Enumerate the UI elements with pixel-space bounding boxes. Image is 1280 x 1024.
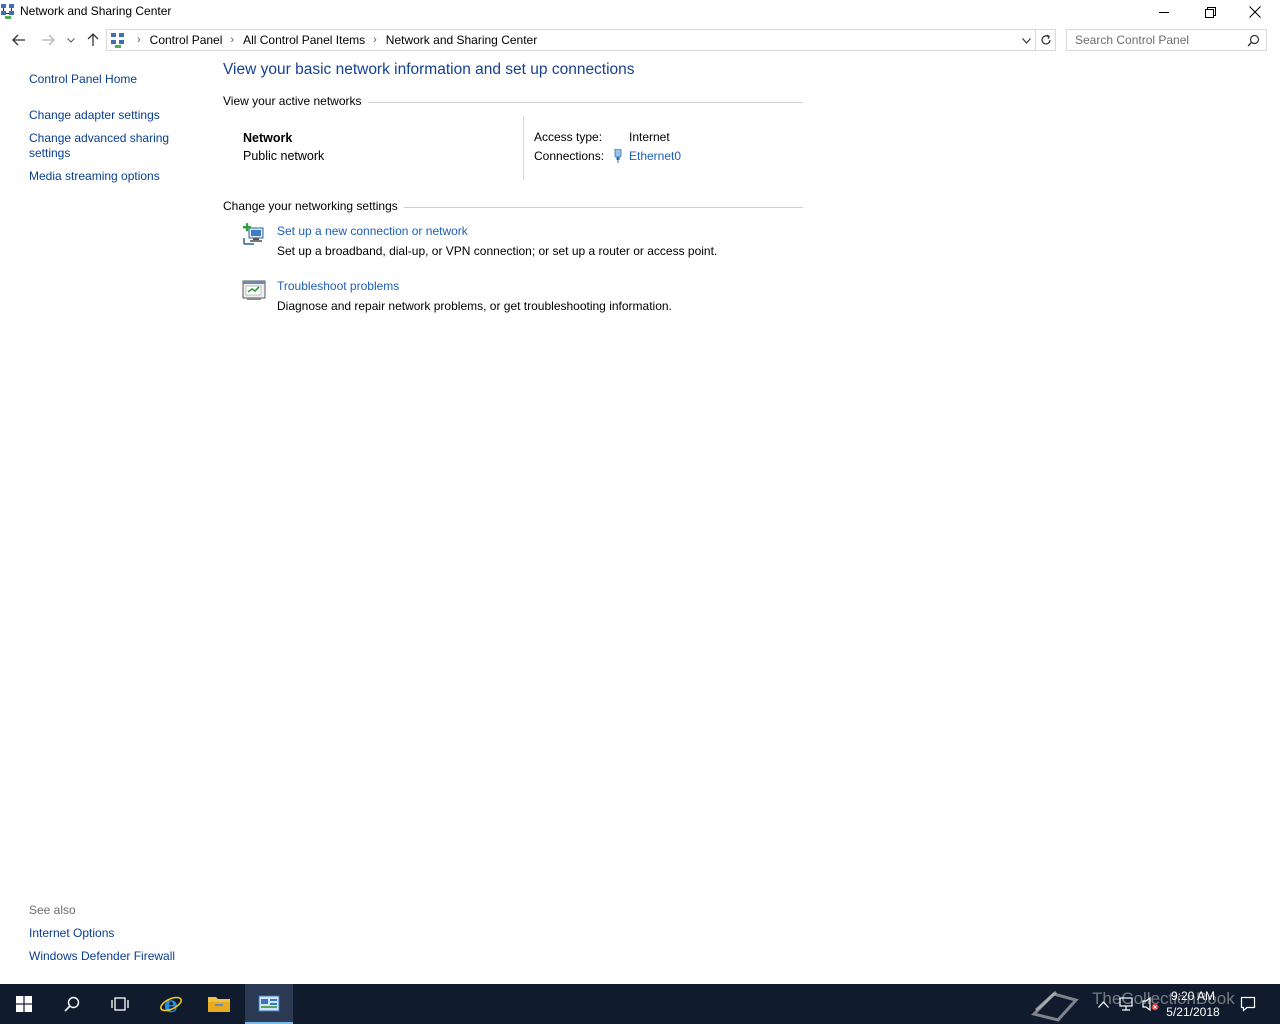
clock-time: 9:20 AM xyxy=(1170,989,1216,1003)
ethernet-connection-link[interactable]: Ethernet0 xyxy=(629,149,681,163)
task-view-icon xyxy=(111,997,129,1011)
connections-label: Connections: xyxy=(534,149,605,163)
troubleshoot-description: Diagnose and repair network problems, or… xyxy=(277,299,672,313)
recent-locations-button[interactable] xyxy=(61,30,81,50)
minimize-icon xyxy=(1158,11,1169,13)
chevron-right-icon[interactable]: › xyxy=(137,34,141,46)
defender-firewall-link[interactable]: Windows Defender Firewall xyxy=(29,949,175,964)
restore-button[interactable] xyxy=(1187,0,1233,24)
chevron-right-icon[interactable]: › xyxy=(230,34,234,46)
task-view-button[interactable] xyxy=(96,984,144,1024)
folder-icon xyxy=(208,997,230,1012)
forward-button[interactable] xyxy=(37,30,59,50)
close-button[interactable] xyxy=(1232,0,1278,24)
clock[interactable]: 9:20 AM 5/21/2018 xyxy=(1160,988,1226,1020)
back-arrow-icon xyxy=(12,34,25,46)
chevron-down-icon xyxy=(67,37,75,43)
troubleshoot-icon xyxy=(242,280,266,300)
control-panel-home-link[interactable]: Control Panel Home xyxy=(29,72,137,87)
ethernet-icon xyxy=(614,149,622,163)
active-networks-section: View your active networks xyxy=(223,94,803,110)
section-divider xyxy=(366,102,803,103)
control-panel-icon xyxy=(111,33,124,48)
chevron-right-icon[interactable]: › xyxy=(373,34,377,46)
network-center-taskbar-button[interactable] xyxy=(245,984,293,1024)
title-bar: Network and Sharing Center xyxy=(0,0,1280,24)
file-explorer-button[interactable] xyxy=(195,984,243,1024)
network-name: Network xyxy=(243,131,293,145)
access-type-label: Access type: xyxy=(534,130,603,144)
troubleshoot-link[interactable]: Troubleshoot problems xyxy=(277,279,399,293)
setup-connection-link[interactable]: Set up a new connection or network xyxy=(277,224,468,238)
network-type: Public network xyxy=(243,149,325,163)
internet-explorer-button[interactable]: e xyxy=(147,984,195,1024)
forward-arrow-icon xyxy=(42,34,55,46)
section-label: Change your networking settings xyxy=(223,199,404,213)
search-box xyxy=(1066,29,1267,51)
search-input[interactable] xyxy=(1067,30,1243,50)
up-arrow-icon xyxy=(87,33,99,46)
svg-text:e: e xyxy=(164,992,178,1016)
address-dropdown-button[interactable] xyxy=(1019,34,1033,48)
restore-icon xyxy=(1204,6,1216,18)
taskbar: e TheCollectionBook 9:20 AM 5/21/2018 xyxy=(0,984,1280,1024)
search-icon[interactable] xyxy=(1247,34,1260,47)
search-icon xyxy=(64,996,80,1012)
breadcrumb-all-items[interactable]: All Control Panel Items xyxy=(243,33,365,47)
page-title: View your basic network information and … xyxy=(223,61,635,78)
change-advanced-sharing-link[interactable]: Change advanced sharing settings xyxy=(29,131,179,161)
breadcrumb: › Control Panel › All Control Panel Item… xyxy=(129,33,537,47)
book-logo-icon xyxy=(1031,990,1079,1022)
internet-explorer-icon: e xyxy=(160,992,182,1016)
volume-tray-button[interactable] xyxy=(1139,984,1161,1024)
section-divider xyxy=(393,207,803,208)
refresh-button[interactable] xyxy=(1036,29,1056,51)
vertical-divider xyxy=(523,116,524,180)
action-center-button[interactable] xyxy=(1236,984,1260,1024)
navigation-bar: › Control Panel › All Control Panel Item… xyxy=(0,27,1280,53)
control-panel-icon xyxy=(258,995,280,1012)
breadcrumb-control-panel[interactable]: Control Panel xyxy=(150,33,223,47)
search-taskbar-button[interactable] xyxy=(48,984,96,1024)
change-adapter-settings-link[interactable]: Change adapter settings xyxy=(29,108,160,123)
network-tray-button[interactable] xyxy=(1116,984,1136,1024)
setup-connection-description: Set up a broadband, dial-up, or VPN conn… xyxy=(277,244,718,258)
network-tray-icon xyxy=(1119,997,1133,1011)
volume-muted-icon xyxy=(1142,996,1159,1012)
show-hidden-icons-button[interactable] xyxy=(1094,984,1112,1024)
window-title: Network and Sharing Center xyxy=(20,4,172,18)
start-button[interactable] xyxy=(0,984,48,1024)
close-icon xyxy=(1249,6,1261,18)
media-streaming-options-link[interactable]: Media streaming options xyxy=(29,169,160,184)
clock-date: 5/21/2018 xyxy=(1166,1005,1220,1019)
chevron-down-icon xyxy=(1021,38,1031,44)
back-button[interactable] xyxy=(8,30,30,50)
see-also-label: See also xyxy=(29,903,76,917)
network-center-icon xyxy=(1,4,14,19)
refresh-icon xyxy=(1040,34,1051,45)
new-connection-icon xyxy=(243,223,264,245)
up-button[interactable] xyxy=(82,30,104,50)
breadcrumb-network-center[interactable]: Network and Sharing Center xyxy=(386,33,537,47)
change-settings-section: Change your networking settings xyxy=(223,199,803,215)
section-label: View your active networks xyxy=(223,94,368,108)
notification-icon xyxy=(1240,996,1256,1012)
access-type-value: Internet xyxy=(629,130,670,144)
chevron-up-icon xyxy=(1097,1000,1109,1008)
windows-logo-icon xyxy=(16,996,32,1012)
address-bar[interactable]: › Control Panel › All Control Panel Item… xyxy=(106,29,1036,51)
internet-options-link[interactable]: Internet Options xyxy=(29,926,114,941)
minimize-button[interactable] xyxy=(1141,0,1187,24)
